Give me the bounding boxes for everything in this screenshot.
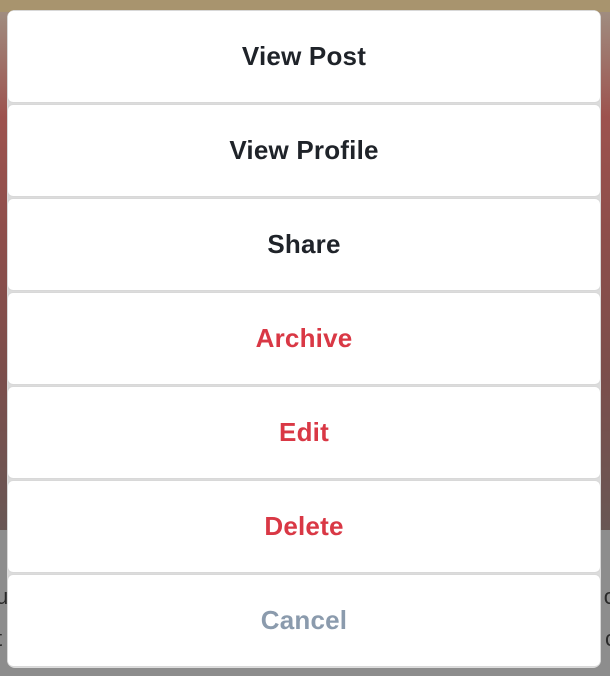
background-text-fragment: t (0, 626, 2, 652)
share-button[interactable]: Share (7, 198, 601, 291)
edit-button[interactable]: Edit (7, 386, 601, 479)
view-post-button[interactable]: View Post (7, 10, 601, 103)
delete-button[interactable]: Delete (7, 480, 601, 573)
cancel-button[interactable]: Cancel (7, 574, 601, 667)
view-profile-button[interactable]: View Profile (7, 104, 601, 197)
background-text-fragment: o (603, 584, 610, 609)
background-text-fragment: c (605, 626, 610, 652)
archive-button[interactable]: Archive (7, 292, 601, 385)
action-sheet: View Post View Profile Share Archive Edi… (7, 10, 601, 668)
